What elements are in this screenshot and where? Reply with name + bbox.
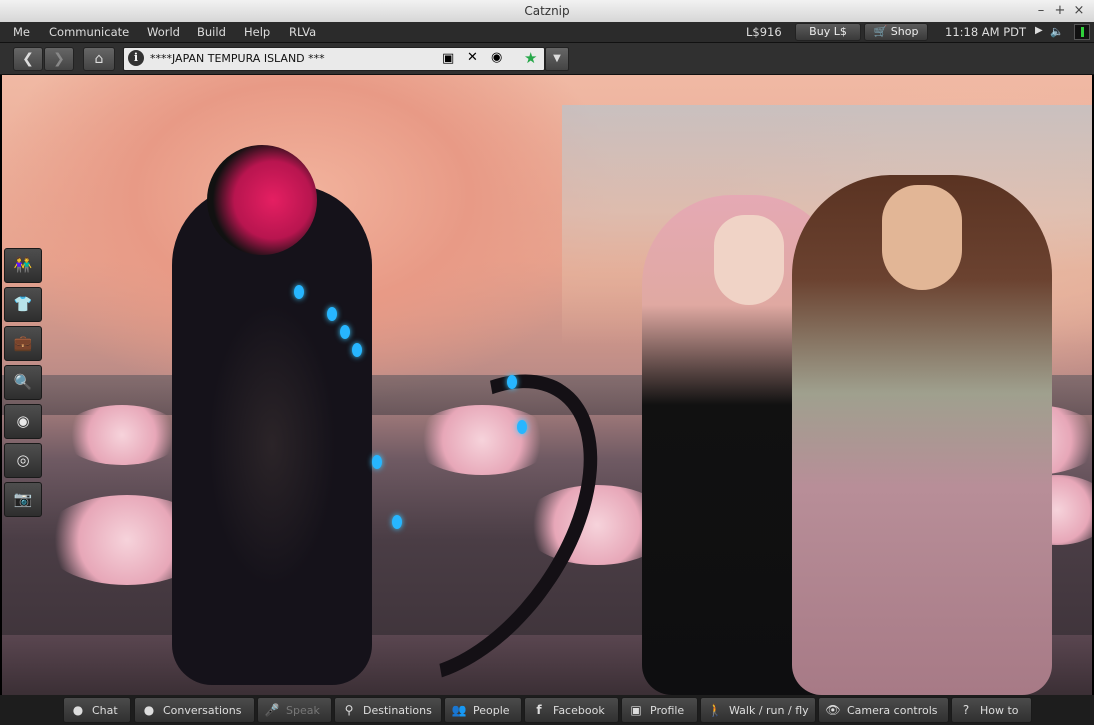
bottom-toolbar: ● Chat ● Conversations 🎤 Speak ⚲ Destination…: [0, 695, 1094, 725]
window-title: Catznip: [524, 4, 570, 18]
voice-icon: ◉: [16, 412, 30, 430]
profile-button[interactable]: ▣ Profile: [621, 697, 698, 723]
dropdown-icon: ▼: [553, 53, 561, 64]
shop-label: Shop: [890, 25, 919, 38]
no-voice-icon[interactable]: ◉: [491, 50, 502, 65]
back-button[interactable]: ❮: [13, 47, 43, 71]
glow-spot: [340, 325, 350, 339]
menu-world[interactable]: World: [147, 25, 180, 39]
conversations-button[interactable]: ● Conversations: [134, 697, 255, 723]
brown-hair-avatar-face[interactable]: [882, 185, 962, 290]
shopping-cart-icon: 🛒: [873, 25, 888, 38]
appearance-icon: 👕: [13, 295, 33, 313]
bandwidth-meter-icon[interactable]: [1074, 24, 1090, 40]
glow-spot: [392, 515, 402, 529]
menu-bar: Me Communicate World Build Help RLVa L$9…: [0, 22, 1094, 43]
radar-icon: ◎: [16, 451, 30, 469]
glow-spot: [517, 420, 527, 434]
inventory-icon: 💼: [13, 334, 33, 352]
search-icon: 🔍: [13, 373, 33, 391]
location-dropdown-button[interactable]: ▼: [545, 47, 569, 71]
menu-me[interactable]: Me: [13, 25, 30, 39]
back-icon: ❮: [22, 51, 34, 67]
close-button[interactable]: ×: [1071, 3, 1087, 19]
menu-help[interactable]: Help: [244, 25, 270, 39]
camera-controls-button[interactable]: 👁 Camera controls: [818, 697, 949, 723]
how-to-button[interactable]: ? How to: [951, 697, 1032, 723]
shop-button[interactable]: 🛒 Shop: [864, 23, 928, 41]
minimize-button[interactable]: –: [1033, 3, 1049, 19]
snapshot-icon: 📷: [13, 490, 33, 508]
favorite-star-icon[interactable]: ★: [524, 49, 537, 67]
inventory-button[interactable]: 💼: [4, 326, 42, 361]
snapshot-button[interactable]: 📷: [4, 482, 42, 517]
facebook-button[interactable]: f Facebook: [524, 697, 619, 723]
destinations-button[interactable]: ⚲ Destinations: [334, 697, 442, 723]
glow-spot: [352, 343, 362, 357]
pink-hair-avatar-face[interactable]: [714, 215, 784, 305]
forward-icon: ❯: [53, 51, 65, 67]
people-icon: 👥: [451, 703, 467, 717]
balance-display[interactable]: L$916: [746, 25, 782, 39]
speak-button[interactable]: 🎤 Speak: [257, 697, 332, 723]
chat-button[interactable]: ● Chat: [63, 697, 131, 723]
conversations-icon: ●: [143, 703, 155, 717]
window-titlebar: Catznip – + ×: [0, 0, 1094, 23]
menu-rlva[interactable]: RLVa: [289, 25, 316, 39]
walk-icon: 🚶: [707, 703, 723, 717]
dragon-avatar-head[interactable]: [207, 145, 317, 255]
glow-spot: [372, 455, 382, 469]
home-button[interactable]: ⌂: [83, 47, 115, 71]
location-name: ****JAPAN TEMPURA ISLAND ***: [150, 52, 325, 65]
radar-button[interactable]: ◎: [4, 443, 42, 478]
location-bar[interactable]: i ****JAPAN TEMPURA ISLAND *** ▣ ✕ ◉ ★: [123, 47, 545, 71]
no-build-icon[interactable]: ▣: [442, 51, 454, 66]
microphone-icon: 🎤: [264, 703, 280, 717]
forward-button[interactable]: ❯: [44, 47, 74, 71]
menu-communicate[interactable]: Communicate: [49, 25, 129, 39]
people-toolbar-button[interactable]: 👥 People: [444, 697, 522, 723]
glow-spot: [327, 307, 337, 321]
people-icon: 👫: [13, 256, 33, 274]
glow-spot: [507, 375, 517, 389]
map-pin-icon: ⚲: [344, 703, 354, 717]
world-viewport[interactable]: [2, 75, 1092, 695]
eye-icon: 👁: [825, 703, 841, 717]
lotus-flower: [62, 405, 182, 465]
voice-button[interactable]: ◉: [4, 404, 42, 439]
facebook-icon: f: [536, 703, 542, 717]
info-icon[interactable]: i: [128, 50, 144, 66]
help-icon: ?: [962, 703, 970, 717]
appearance-button[interactable]: 👕: [4, 287, 42, 322]
glow-spot: [294, 285, 304, 299]
buy-currency-button[interactable]: Buy L$: [795, 23, 861, 41]
play-media-icon[interactable]: ▶: [1035, 25, 1043, 36]
clock: 11:18 AM PDT: [945, 25, 1027, 39]
search-button[interactable]: 🔍: [4, 365, 42, 400]
profile-icon: ▣: [630, 703, 642, 717]
volume-icon[interactable]: 🔈: [1050, 25, 1064, 38]
people-button[interactable]: 👫: [4, 248, 42, 283]
chat-icon: ●: [72, 703, 84, 717]
home-icon: ⌂: [94, 51, 104, 67]
no-fly-icon[interactable]: ✕: [467, 50, 478, 65]
menu-build[interactable]: Build: [197, 25, 226, 39]
maximize-button[interactable]: +: [1052, 3, 1068, 19]
navigation-bar: ❮ ❯ ⌂ i ****JAPAN TEMPURA ISLAND *** ▣ ✕…: [0, 43, 1094, 75]
walk-run-fly-button[interactable]: 🚶 Walk / run / fly: [700, 697, 816, 723]
